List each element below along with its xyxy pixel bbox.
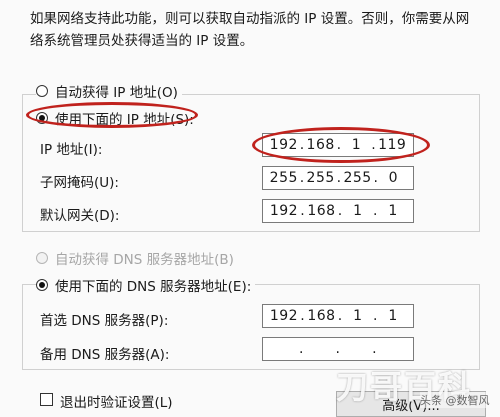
octet: 255 xyxy=(306,170,335,186)
auto-ip-radio[interactable] xyxy=(36,85,48,97)
octet: 0 xyxy=(388,170,399,186)
subnet-mask-label: 子网掩码(U): xyxy=(40,175,119,191)
octet: 1 xyxy=(353,203,363,219)
manual-dns-label: 使用下面的 DNS 服务器地址(E): xyxy=(55,279,252,295)
auto-dns-label: 自动获得 DNS 服务器地址(B) xyxy=(55,252,234,268)
octet: 1 xyxy=(388,203,398,219)
octet: 255 xyxy=(269,170,298,186)
auto-ip-label: 自动获得 IP 地址(O) xyxy=(55,85,178,101)
annotation-ellipse-ip-address xyxy=(252,127,430,163)
default-gateway-label: 默认网关(D): xyxy=(40,208,120,224)
manual-dns-radio[interactable] xyxy=(36,279,48,291)
subnet-mask-input[interactable]: 255. 255. 255. 0 xyxy=(262,166,414,190)
octet-separator: . xyxy=(373,170,379,186)
octet-separator: . xyxy=(300,203,306,219)
octet: 168 xyxy=(307,308,336,324)
alternate-dns-label: 备用 DNS 服务器(A): xyxy=(40,347,170,363)
octet: 192 xyxy=(269,203,299,219)
auto-dns-radio xyxy=(36,252,48,264)
octet-separator: . xyxy=(299,170,305,186)
validate-on-exit-checkbox[interactable] xyxy=(40,393,53,406)
octet-separator: . xyxy=(373,203,378,219)
octet: 192 xyxy=(269,308,299,324)
description-text: 如果网络支持此功能，则可以获取自动指派的 IP 设置。否则，你需要从网 络系统管… xyxy=(30,8,470,52)
description-line-1: 如果网络支持此功能，则可以获取自动指派的 IP 设置。否则，你需要从网 xyxy=(30,11,470,27)
preferred-dns-label: 首选 DNS 服务器(P): xyxy=(40,313,169,329)
octet: 255 xyxy=(343,170,372,186)
preferred-dns-input[interactable]: 192. 168. 1. 1 xyxy=(262,304,414,328)
octet: 168 xyxy=(307,203,336,219)
octet-separator: . xyxy=(298,341,304,357)
octet: 1 xyxy=(353,308,363,324)
alternate-dns-input[interactable]: . . . xyxy=(262,337,414,361)
octet-separator: . xyxy=(372,341,378,357)
octet-separator: . xyxy=(335,341,341,357)
octet-separator: . xyxy=(300,308,306,324)
octet-separator: . xyxy=(336,170,342,186)
octet-separator: . xyxy=(337,203,343,219)
validate-on-exit-label: 退出时验证设置(L) xyxy=(60,395,173,411)
description-line-2: 络系统管理员处获得适当的 IP 设置。 xyxy=(30,33,254,49)
auto-dns-radio-row: 自动获得 DNS 服务器地址(B) xyxy=(36,248,234,268)
manual-dns-radio-row[interactable]: 使用下面的 DNS 服务器地址(E): xyxy=(36,275,256,295)
octet-separator: . xyxy=(373,308,378,324)
octet: 1 xyxy=(388,308,398,324)
auto-ip-radio-row[interactable]: 自动获得 IP 地址(O) xyxy=(36,81,182,101)
annotation-ellipse-manual-ip xyxy=(26,102,198,128)
ip-address-label: IP 地址(I): xyxy=(40,142,103,158)
default-gateway-input[interactable]: 192. 168. 1. 1 xyxy=(262,199,414,223)
watermark-tag: 头条 @数智风 xyxy=(420,392,490,408)
octet-separator: . xyxy=(337,308,343,324)
